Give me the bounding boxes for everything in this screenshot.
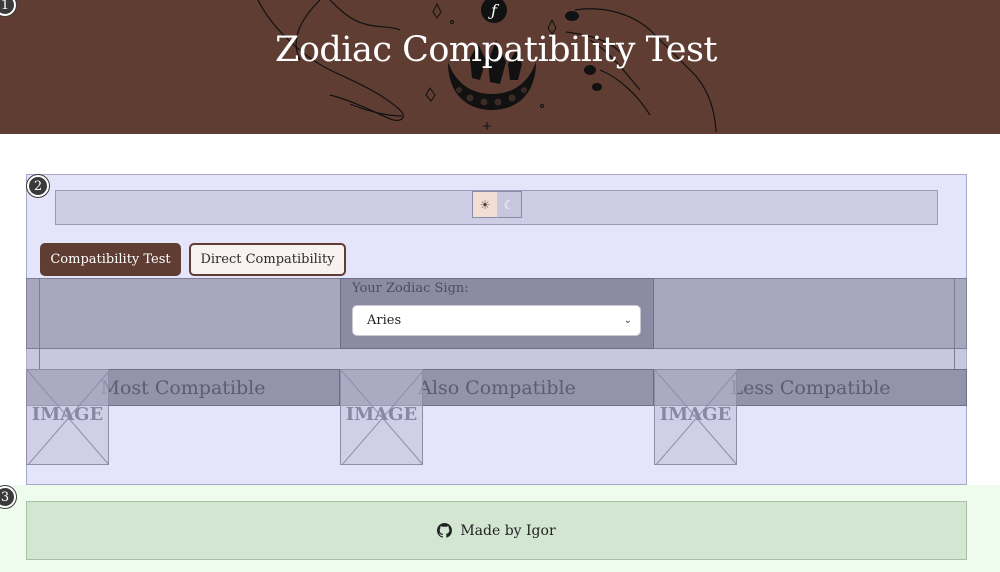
footer: Made by Igor [26, 501, 967, 560]
tab-compatibility-test[interactable]: Compatibility Test [40, 243, 181, 276]
page-header: ƒ Zodiac Compatibility Test [0, 0, 1000, 134]
zodiac-sign-select[interactable]: Aries ⌄ [352, 305, 641, 336]
sign-select-value: Aries [367, 313, 402, 328]
page-title: Zodiac Compatibility Test [275, 30, 717, 70]
less-compatible-image: IMAGE [654, 369, 737, 465]
image-placeholder-label: IMAGE [659, 404, 732, 425]
sun-icon[interactable]: ☀ [473, 192, 497, 217]
theme-toggle[interactable]: ☀ ☾ [472, 191, 522, 218]
also-compatible-image: IMAGE [340, 369, 423, 465]
tab-direct-compatibility[interactable]: Direct Compatibility [189, 243, 346, 276]
sign-select-label: Your Zodiac Sign: [352, 281, 469, 296]
chevron-down-icon: ⌄ [623, 315, 632, 326]
image-placeholder-label: IMAGE [345, 404, 418, 425]
footer-credit[interactable]: Made by Igor [460, 523, 555, 539]
most-compatible-image: IMAGE [26, 369, 109, 465]
moon-icon[interactable]: ☾ [497, 192, 521, 217]
image-placeholder-label: IMAGE [31, 404, 104, 425]
github-icon[interactable] [437, 523, 453, 538]
section-marker-2: 2 [27, 175, 49, 197]
